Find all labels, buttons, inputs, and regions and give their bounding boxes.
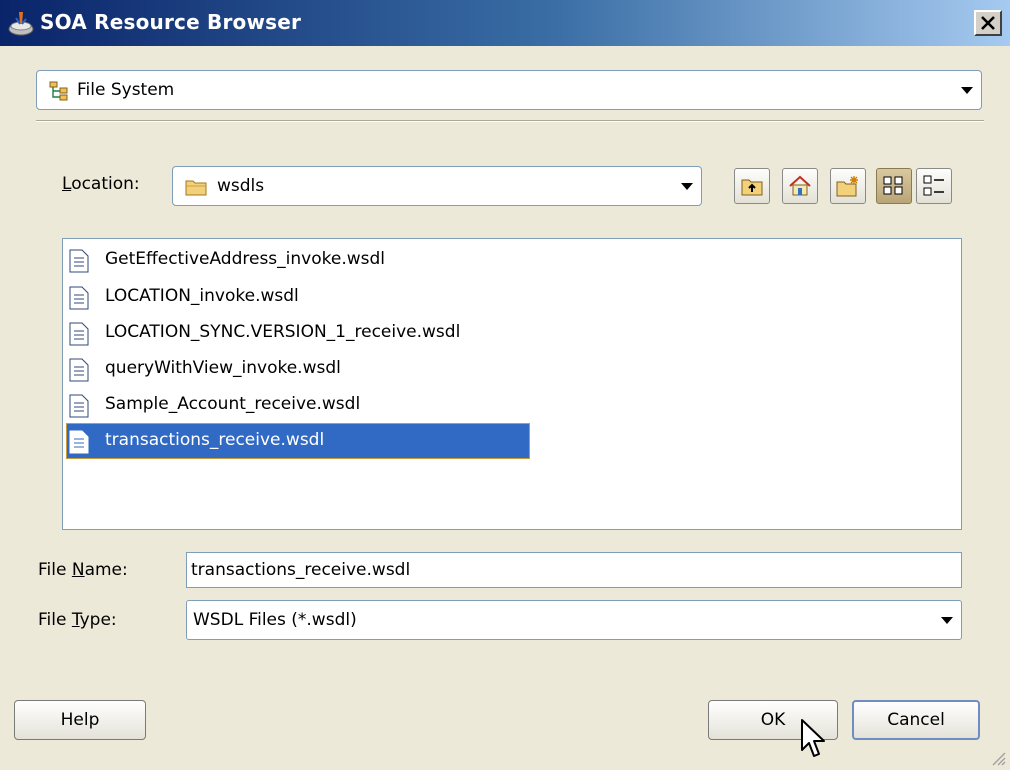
source-combo[interactable]: File System [36,70,982,110]
help-button[interactable]: Help [14,700,146,740]
document-icon [69,394,89,418]
divider [36,120,984,122]
location-combo-value: wsdls [217,176,265,196]
file-type-combo[interactable]: WSDL Files (*.wsdl) [186,600,962,640]
home-icon [789,175,811,196]
file-name-label: File Name: [38,560,128,580]
list-view-icon [883,176,903,195]
folder-up-icon [741,179,763,196]
document-icon [69,430,89,454]
list-item[interactable]: queryWithView_invoke.wsdl [67,352,527,386]
file-type-combo-value: WSDL Files (*.wsdl) [193,610,357,630]
details-view-icon [923,175,944,196]
cancel-button[interactable]: Cancel [852,700,980,740]
document-icon [69,249,89,273]
title-bar: SOA Resource Browser [0,0,1010,46]
home-button[interactable] [782,168,818,204]
file-name-field[interactable]: transactions_receive.wsdl [186,552,962,588]
list-item-selected[interactable]: transactions_receive.wsdl [66,423,530,459]
document-icon [69,322,89,346]
document-icon [69,358,89,382]
folder-icon [185,180,207,196]
mouse-cursor-icon [801,719,825,757]
file-name: queryWithView_invoke.wsdl [105,358,341,378]
document-icon [69,286,89,310]
new-folder-icon [836,176,858,197]
file-name: Sample_Account_receive.wsdl [105,394,361,414]
list-view-button[interactable] [876,168,912,204]
window-title: SOA Resource Browser [40,10,302,34]
close-button[interactable] [974,10,1002,36]
close-icon [981,16,995,30]
chevron-down-icon [941,617,953,624]
chevron-down-icon [961,87,973,94]
list-item[interactable]: Sample_Account_receive.wsdl [67,388,527,422]
up-one-level-button[interactable] [734,168,770,204]
file-name: LOCATION_SYNC.VERSION_1_receive.wsdl [105,322,461,342]
location-label: Location: [62,174,140,194]
file-name: LOCATION_invoke.wsdl [105,286,299,306]
soa-app-icon [8,12,34,36]
file-list[interactable]: GetEffectiveAddress_invoke.wsdl LOCATION… [62,238,962,530]
details-view-button[interactable] [916,168,952,204]
chevron-down-icon [681,183,693,190]
file-name: transactions_receive.wsdl [105,430,325,450]
location-combo[interactable]: wsdls [172,166,702,206]
list-item[interactable]: LOCATION_invoke.wsdl [67,280,527,314]
file-type-label: File Type: [38,610,117,630]
new-folder-button[interactable] [830,168,866,204]
list-item[interactable]: LOCATION_SYNC.VERSION_1_receive.wsdl [67,316,527,350]
source-combo-value: File System [77,80,175,100]
list-item[interactable]: GetEffectiveAddress_invoke.wsdl [67,243,527,277]
resize-grip-icon[interactable] [990,750,1006,766]
file-name: GetEffectiveAddress_invoke.wsdl [105,249,386,269]
file-system-icon [49,81,68,101]
